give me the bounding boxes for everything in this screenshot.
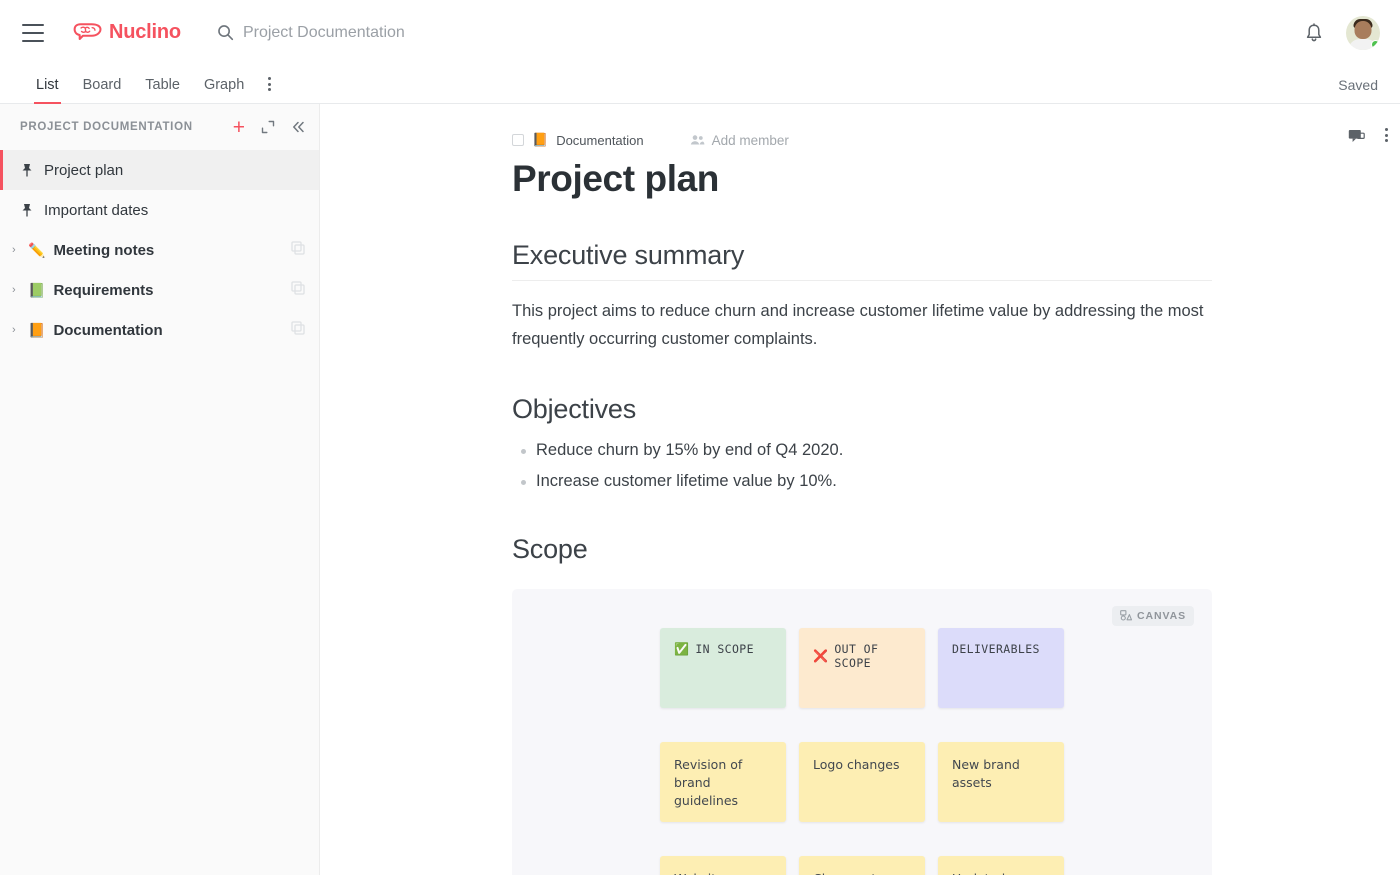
sidebar-item-project-plan[interactable]: Project plan: [0, 150, 319, 190]
section-paragraph-executive-summary[interactable]: This project aims to reduce churn and in…: [512, 297, 1212, 354]
sticky-note-header-out-of-scope[interactable]: ❌ OUT OF SCOPE: [799, 628, 925, 708]
plus-icon[interactable]: +: [233, 117, 245, 138]
sticky-note[interactable]: Revision of brand guidelines: [660, 742, 786, 822]
view-tabs-bar: List Board Table Graph Saved: [0, 65, 1400, 104]
pencil-emoji-icon: ✏️: [28, 243, 45, 257]
objectives-list: Reduce churn by 15% by end of Q4 2020. I…: [512, 439, 1212, 494]
collection-stack-icon: [291, 281, 305, 299]
sticky-note-text: New brand assets: [952, 756, 1050, 792]
sticky-note-text: Changes to core brand values: [813, 870, 911, 875]
document-pane: 📙 Documentation Add member Project p: [320, 104, 1400, 875]
canvas-badge: CANVAS: [1112, 606, 1194, 626]
document-body: Project plan Executive summary This proj…: [512, 104, 1212, 875]
check-mark-icon: ✅: [674, 643, 689, 655]
tab-label: Table: [145, 77, 180, 93]
section-heading-scope: Scope: [512, 534, 1212, 565]
avatar-face: [1355, 21, 1372, 39]
sticky-note-title: DELIVERABLES: [952, 642, 1050, 656]
collapse-left-icon[interactable]: [291, 120, 305, 134]
orange-book-emoji-icon: 📙: [28, 323, 45, 337]
sticky-note-text: Logo changes: [813, 756, 911, 774]
sidebar-item-requirements[interactable]: › 📗 Requirements: [0, 270, 319, 310]
sticky-note[interactable]: Website redesign exploration: [660, 856, 786, 875]
tab-label: List: [36, 77, 59, 93]
sticky-note-text: Revision of brand guidelines: [674, 756, 772, 810]
cross-mark-icon: ❌: [813, 650, 828, 662]
tabs-more-button[interactable]: [256, 68, 281, 103]
brain-logo-icon: [73, 21, 103, 45]
sticky-note-header-deliverables[interactable]: DELIVERABLES: [938, 628, 1064, 708]
canvas-shapes-icon: [1120, 610, 1132, 621]
collection-stack-icon: [291, 321, 305, 339]
sidebar-title: PROJECT DOCUMENTATION: [20, 121, 233, 133]
chevron-right-icon[interactable]: ›: [12, 245, 24, 256]
tab-graph[interactable]: Graph: [192, 77, 256, 103]
section-heading-objectives: Objectives: [512, 394, 1212, 425]
tab-table[interactable]: Table: [133, 77, 192, 103]
search-input-value: Project Documentation: [243, 24, 405, 42]
document-more-button[interactable]: [1385, 128, 1388, 144]
pin-icon: [20, 163, 34, 178]
top-header-bar: Nuclino Project Documentation: [0, 0, 1400, 65]
header-right-actions: [1304, 0, 1380, 65]
sidebar-item-documentation[interactable]: › 📙 Documentation: [0, 310, 319, 350]
sticky-note-title-text: DELIVERABLES: [952, 642, 1040, 656]
sticky-note[interactable]: Logo changes: [799, 742, 925, 822]
document-actions: [1348, 128, 1388, 144]
tab-label: Board: [83, 77, 122, 93]
list-item[interactable]: Reduce churn by 15% by end of Q4 2020.: [512, 439, 1212, 463]
notification-bell-icon[interactable]: [1304, 22, 1324, 44]
sticky-note-header-in-scope[interactable]: ✅ IN SCOPE: [660, 628, 786, 708]
sticky-note-title: ❌ OUT OF SCOPE: [813, 642, 911, 670]
chevron-right-icon[interactable]: ›: [12, 325, 24, 336]
search-input[interactable]: Project Documentation: [217, 24, 405, 42]
scope-canvas-embed[interactable]: CANVAS ✅ IN SCOPE Revision of brand guid…: [512, 589, 1212, 875]
sidebar-item-meeting-notes[interactable]: › ✏️ Meeting notes: [0, 230, 319, 270]
list-item[interactable]: Increase customer lifetime value by 10%.: [512, 470, 1212, 494]
search-icon: [217, 24, 234, 41]
pin-icon: [20, 203, 34, 218]
sticky-note-text: Updated website: [952, 870, 1050, 875]
sidebar: PROJECT DOCUMENTATION +: [0, 104, 320, 875]
section-heading-executive-summary: Executive summary: [512, 240, 1212, 281]
view-tabs: List Board Table Graph: [24, 68, 281, 103]
sidebar-item-label: Meeting notes: [53, 242, 291, 259]
comment-bubble-icon[interactable]: [1348, 129, 1365, 144]
avatar[interactable]: [1346, 16, 1380, 50]
hamburger-menu-icon[interactable]: [22, 24, 44, 42]
sticky-note[interactable]: Updated website: [938, 856, 1064, 875]
sidebar-header: PROJECT DOCUMENTATION +: [0, 104, 319, 150]
canvas-badge-label: CANVAS: [1137, 610, 1186, 622]
sticky-note-title-text: OUT OF SCOPE: [834, 642, 911, 670]
more-vertical-icon: [268, 77, 271, 93]
sticky-note-title-text: IN SCOPE: [695, 642, 754, 656]
sticky-note-title: ✅ IN SCOPE: [674, 642, 772, 656]
brand-logo-link[interactable]: Nuclino: [73, 21, 181, 45]
tab-board[interactable]: Board: [71, 77, 134, 103]
sticky-note[interactable]: Changes to core brand values: [799, 856, 925, 875]
more-vertical-icon: [1385, 128, 1388, 144]
chevron-right-icon[interactable]: ›: [12, 285, 24, 296]
sidebar-header-actions: +: [233, 117, 305, 138]
sticky-note-text: Website redesign exploration: [674, 870, 772, 875]
sidebar-item-label: Important dates: [44, 202, 305, 219]
sidebar-item-label: Project plan: [44, 162, 305, 179]
green-book-emoji-icon: 📗: [28, 283, 45, 297]
tab-label: Graph: [204, 77, 244, 93]
expand-icon[interactable]: [261, 120, 275, 134]
sidebar-item-important-dates[interactable]: Important dates: [0, 190, 319, 230]
collection-stack-icon: [291, 241, 305, 259]
sidebar-item-label: Documentation: [53, 322, 291, 339]
save-status-label: Saved: [1338, 77, 1378, 93]
tab-list[interactable]: List: [24, 77, 71, 103]
sidebar-item-label: Requirements: [53, 282, 291, 299]
sticky-note[interactable]: New brand assets: [938, 742, 1064, 822]
page-title: Project plan: [512, 158, 1212, 200]
brand-name: Nuclino: [109, 21, 181, 44]
online-status-dot: [1371, 40, 1380, 49]
